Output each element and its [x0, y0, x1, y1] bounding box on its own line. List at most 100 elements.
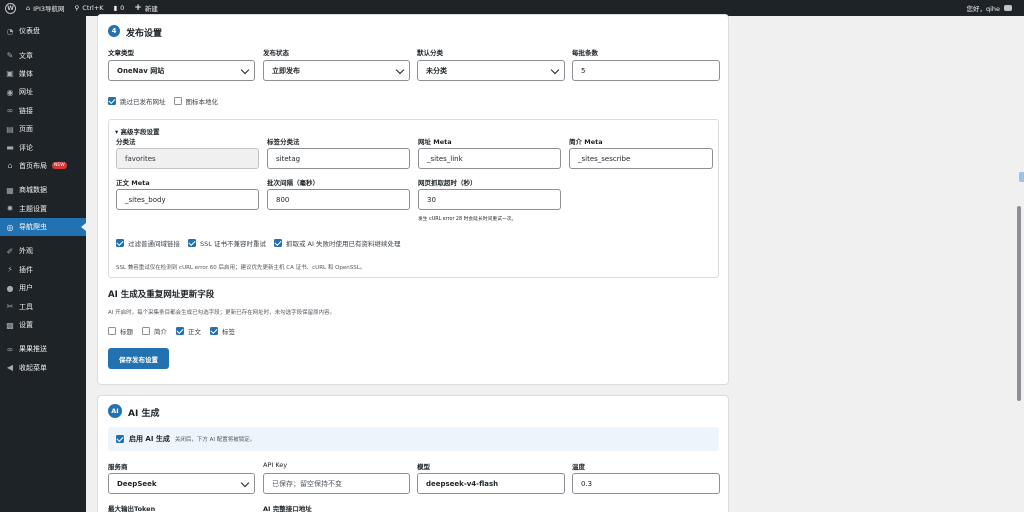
- status-label: 发布状态: [263, 49, 289, 57]
- status-value: 立即发布: [272, 66, 300, 75]
- advanced-fields-panel: ▾ 高级字段设置 分类法 favorites 标签分类法 sitetag 网址 …: [108, 119, 719, 278]
- globe-icon: ◉: [6, 87, 14, 97]
- field-title-checkbox[interactable]: [108, 327, 116, 335]
- provider-select[interactable]: DeepSeek: [108, 473, 255, 494]
- scrollbar-thumb[interactable]: [1017, 206, 1021, 401]
- field-intro-checkbox[interactable]: [142, 327, 150, 335]
- temperature-input[interactable]: 0.3: [572, 473, 720, 494]
- tag-taxonomy-value: sitetag: [276, 154, 301, 163]
- enable-ai-checkbox[interactable]: [116, 435, 124, 443]
- comment-icon: ▬: [6, 143, 14, 153]
- home-icon: ⌂: [26, 4, 31, 12]
- fallback-checkbox[interactable]: [273, 239, 282, 247]
- sidebar-item-tools[interactable]: ✂ 工具: [0, 297, 86, 315]
- sidebar-item-label: 网址: [19, 88, 33, 97]
- save-publish-settings-button[interactable]: 保存发布设置: [108, 348, 169, 369]
- intro-meta-label: 简介 Meta: [569, 138, 603, 146]
- sidebar-item-appearance[interactable]: ✐ 外观: [0, 242, 86, 260]
- sidebar-item-collapse[interactable]: ◀ 收起菜单: [0, 359, 86, 377]
- interval-value: 800: [276, 195, 290, 204]
- advanced-fields-toggle[interactable]: ▾ 高级字段设置: [115, 126, 160, 136]
- post-type-label: 文章类型: [108, 49, 134, 57]
- chevron-down-icon: [240, 65, 250, 75]
- intro-meta-input[interactable]: _sites_sescribe: [569, 148, 713, 169]
- site-name-link[interactable]: ⌂ IPI3导航网: [21, 0, 70, 16]
- enable-ai-hint: 关闭后，下方 AI 配置将被锁定。: [174, 437, 256, 443]
- batch-input[interactable]: 5: [572, 60, 720, 81]
- sidebar-item-theme-settings[interactable]: ✹ 主题设置: [0, 200, 86, 218]
- api-key-input[interactable]: 已保存；留空保持不变: [263, 473, 410, 494]
- batch-value: 5: [581, 66, 586, 75]
- sidebar-item-users[interactable]: ● 用户: [0, 279, 86, 297]
- tag-taxonomy-input[interactable]: sitetag: [267, 148, 410, 169]
- greeting: 您好，qihe: [966, 5, 1000, 13]
- batch-label: 每批条数: [572, 49, 598, 57]
- localize-icons-label: 图标本地化: [185, 98, 219, 106]
- sidebar-item-dashboard[interactable]: ◔ 仪表盘: [0, 22, 86, 40]
- home-icon: ⌂: [7, 161, 13, 171]
- localize-icons-checkbox[interactable]: [173, 97, 182, 105]
- search-icon: ⚲: [74, 4, 80, 12]
- sidebar-item-home-layout[interactable]: ⌂ 首页布局 NEW: [0, 157, 86, 175]
- sidebar-item-label: 商城数据: [19, 186, 47, 195]
- body-meta-input[interactable]: _sites_body: [116, 189, 259, 210]
- status-select[interactable]: 立即发布: [263, 60, 410, 81]
- ai-update-title: AI 生成及重复网址更新字段: [108, 290, 215, 300]
- model-value: deepseek-v4-flash: [426, 479, 499, 488]
- sidebar-item-links[interactable]: ∞ 链接: [0, 102, 86, 120]
- wp-logo-button[interactable]: W: [0, 0, 21, 16]
- sidebar-item-label: 用户: [19, 284, 33, 293]
- filter-links-label: 过滤普通间域链接: [128, 240, 180, 248]
- sidebar-item-push[interactable]: ∞ 果果推送: [0, 340, 86, 358]
- user-icon: ●: [6, 283, 14, 293]
- sidebar-item-settings[interactable]: ▩ 设置: [0, 316, 86, 334]
- api-key-label: API Key: [263, 461, 288, 469]
- sidebar-item-sites[interactable]: ◉ 网址: [0, 83, 86, 101]
- post-type-select[interactable]: OneNav 网站: [108, 60, 255, 81]
- timeout-value: 30: [427, 195, 436, 204]
- taxonomy-input[interactable]: favorites: [116, 148, 259, 169]
- ssl-retry-checkbox[interactable]: [188, 239, 196, 247]
- sidebar-item-plugins[interactable]: ⚡ 插件: [0, 261, 86, 279]
- taxonomy-value: favorites: [125, 154, 156, 163]
- page-scrollbar[interactable]: [1014, 16, 1024, 512]
- media-icon: ▣: [6, 69, 14, 79]
- ssl-retry-label: SSL 证书不兼容时重试: [200, 240, 266, 248]
- gear-icon: ✹: [6, 204, 14, 214]
- taxonomy-label: 分类法: [116, 138, 136, 146]
- sidebar-item-comments[interactable]: ▬ 评论: [0, 138, 86, 156]
- tag-taxonomy-label: 标签分类法: [267, 138, 300, 146]
- sidebar-item-label: 链接: [19, 106, 33, 115]
- model-input[interactable]: deepseek-v4-flash: [417, 473, 565, 494]
- sidebar-item-label: 媒体: [19, 69, 33, 78]
- sidebar-item-shop-data[interactable]: ▦ 商城数据: [0, 181, 86, 199]
- publish-settings-title: 发布设置: [126, 29, 163, 39]
- skip-published-label: 跳过已发布网址: [120, 98, 166, 106]
- category-select[interactable]: 未分类: [417, 60, 565, 81]
- timeout-input[interactable]: 30: [418, 189, 561, 210]
- field-title-label: 标题: [120, 328, 133, 336]
- field-tags-checkbox[interactable]: [210, 327, 218, 335]
- skip-published-checkbox[interactable]: [108, 97, 116, 105]
- sidebar-item-crawler[interactable]: ◎ 导航爬虫: [0, 217, 86, 237]
- model-label: 模型: [417, 463, 430, 471]
- url-meta-input[interactable]: _sites_link: [418, 148, 561, 169]
- sidebar-item-label: 外观: [19, 247, 33, 256]
- sidebar-item-posts[interactable]: ✎ 文章: [0, 46, 86, 64]
- timeout-hint: 发生 cURL error 28 时会延长时间重试一次。: [418, 217, 517, 222]
- side-panel-handle[interactable]: [1019, 172, 1024, 182]
- sidebar-item-label: 文章: [19, 51, 33, 60]
- interval-input[interactable]: 800: [267, 189, 410, 210]
- filter-links-checkbox[interactable]: [116, 239, 124, 247]
- account-menu[interactable]: 您好，qihe: [966, 3, 1024, 13]
- field-body-checkbox[interactable]: [176, 327, 184, 335]
- plugin-icon: ⚡: [7, 265, 13, 275]
- sidebar-item-label: 评论: [19, 143, 33, 152]
- temperature-value: 0.3: [581, 479, 593, 488]
- ai-generation-card: AI AI 生成 启用 AI 生成 关闭后，下方 AI 配置将被锁定。 服务商 …: [97, 395, 729, 512]
- sidebar-item-media[interactable]: ▣ 媒体: [0, 65, 86, 83]
- step-number: 4: [108, 25, 120, 37]
- sidebar-item-pages[interactable]: ▤ 页面: [0, 120, 86, 138]
- link-icon: ∞: [6, 344, 14, 354]
- provider-label: 服务商: [108, 463, 128, 471]
